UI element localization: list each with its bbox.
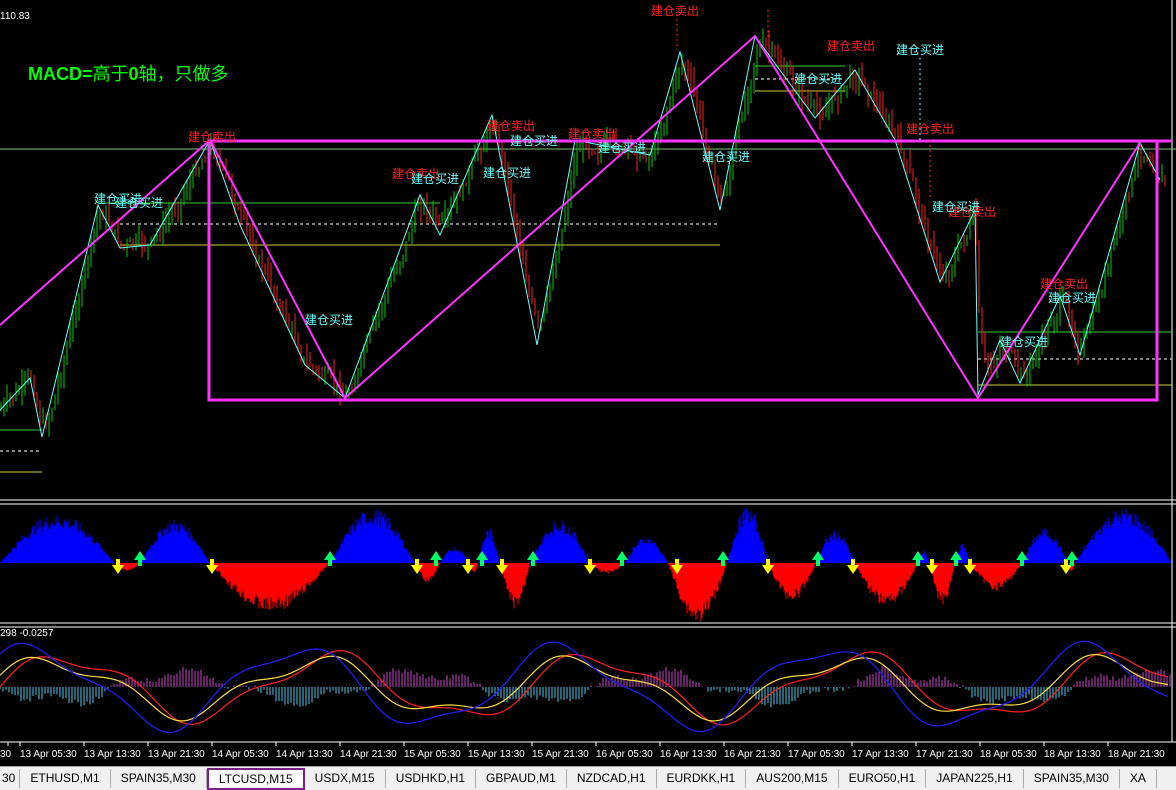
zigzag-line-small bbox=[0, 34, 1161, 438]
sell-signal-label: 建仓卖出 bbox=[651, 4, 699, 18]
chart-tab[interactable]: NZDCAD,H1 bbox=[567, 769, 657, 788]
time-axis-label: 15 Apr 21:30 bbox=[532, 749, 589, 760]
sell-signal-label: 建仓卖出 bbox=[827, 39, 875, 53]
time-axis-label: 13 Apr 21:30 bbox=[148, 749, 205, 760]
chart-tab[interactable]: USDX,M15 bbox=[305, 769, 386, 788]
buy-signal-label: 建仓买进 bbox=[1000, 335, 1048, 349]
oscillator-panel bbox=[0, 640, 1171, 734]
time-axis-label: 18 Apr 05:30 bbox=[980, 749, 1037, 760]
buy-signal-label: 建仓买进 bbox=[305, 313, 353, 327]
buy-signal-label: 建仓买进 bbox=[702, 150, 750, 164]
buy-signal-label: 建仓买进 bbox=[411, 172, 459, 186]
buy-signal-label: 建仓买进 bbox=[1048, 291, 1096, 305]
chart-tab[interactable]: 30 bbox=[0, 769, 21, 788]
buy-signal-label: 建仓买进 bbox=[115, 196, 163, 210]
buy-signal-label: 建仓买进 bbox=[932, 200, 980, 214]
chart-tab[interactable]: ETHUSD,M1 bbox=[20, 769, 111, 788]
price-chart-canvas[interactable]: 建仓卖出建仓买进建仓卖出建仓买进建仓卖出建仓买进建仓买进建仓卖出建仓买进建仓买进… bbox=[0, 0, 1176, 766]
time-axis-label: 15 Apr 13:30 bbox=[468, 749, 525, 760]
buy-signal-label: 建仓买进 bbox=[598, 141, 646, 155]
time-axis-label: 17 Apr 13:30 bbox=[852, 749, 909, 760]
buy-signal-label: 建仓买进 bbox=[896, 43, 944, 57]
chart-window[interactable]: 建仓卖出 建仓买进 建仓卖出 建仓买进 建仓卖出 建仓买进 建仓买进 建仓卖出 建仓买进 建仓买进… bbox=[0, 0, 1176, 766]
macd-annotation: MACD=高于0轴，只做多 bbox=[28, 64, 229, 85]
chart-tab[interactable]: EURO50,H1 bbox=[839, 769, 927, 788]
price-label: 110.83 bbox=[0, 11, 30, 22]
time-axis-label: 16 Apr 21:30 bbox=[724, 749, 781, 760]
time-axis-label: 15 Apr 05:30 bbox=[404, 749, 461, 760]
chart-tab[interactable]: XA bbox=[1120, 769, 1157, 788]
time-axis: 30 13 Apr 05:30 13 Apr 13:30 13 Apr 21:30 14… bbox=[0, 742, 1165, 760]
time-axis-label: 30 bbox=[0, 749, 12, 760]
time-axis-label: 16 Apr 13:30 bbox=[660, 749, 717, 760]
chart-tab-bar: 30 ETHUSD,M1 SPAIN35,M30 LTCUSD,M15 USDX,M15… bbox=[0, 766, 1176, 790]
time-axis-label: 14 Apr 05:30 bbox=[212, 749, 269, 760]
chart-tab[interactable]: EURDKK,H1 bbox=[657, 769, 747, 788]
sell-signal-label: 建仓卖出 bbox=[906, 122, 954, 136]
time-axis-label: 14 Apr 21:30 bbox=[340, 749, 397, 760]
chart-tab[interactable]: AUS200,M15 bbox=[746, 769, 839, 788]
time-axis-label: 18 Apr 13:30 bbox=[1044, 749, 1101, 760]
down-arrow-icon bbox=[112, 559, 124, 574]
buy-signal-label: 建仓买进 bbox=[794, 72, 842, 86]
buy-signal-label: 建仓买进 bbox=[510, 134, 558, 148]
sell-signal-label: 建仓卖出 bbox=[487, 119, 535, 133]
time-axis-label: 17 Apr 05:30 bbox=[788, 749, 845, 760]
time-axis-label: 18 Apr 21:30 bbox=[1108, 749, 1165, 760]
time-axis-label: 16 Apr 05:30 bbox=[596, 749, 653, 760]
chart-tab[interactable]: SPAIN35,M30 bbox=[1024, 769, 1120, 788]
candles bbox=[0, 28, 1166, 437]
chart-tab[interactable]: SPAIN35,M30 bbox=[111, 769, 207, 788]
chart-tab[interactable]: JAPAN225,H1 bbox=[926, 769, 1024, 788]
macd-histogram bbox=[0, 508, 1172, 622]
sell-signal-label: 建仓卖出 bbox=[568, 127, 616, 141]
time-axis-label: 17 Apr 21:30 bbox=[916, 749, 973, 760]
buy-signal-label: 建仓买进 bbox=[483, 166, 531, 180]
chart-tab[interactable]: GBPAUD,M1 bbox=[476, 769, 567, 788]
sell-signal-label: 建仓卖出 bbox=[1040, 277, 1088, 291]
time-axis-label: 13 Apr 13:30 bbox=[84, 749, 141, 760]
time-axis-label: 13 Apr 05:30 bbox=[20, 749, 77, 760]
sell-signal-label: 建仓卖出 bbox=[188, 130, 236, 144]
chart-tab[interactable]: LTCUSD,M15 bbox=[206, 767, 305, 790]
chart-tab[interactable]: USDHKD,H1 bbox=[386, 769, 477, 788]
time-axis-label: 14 Apr 13:30 bbox=[276, 749, 333, 760]
oscillator-label: 298 -0.0257 bbox=[0, 628, 54, 639]
